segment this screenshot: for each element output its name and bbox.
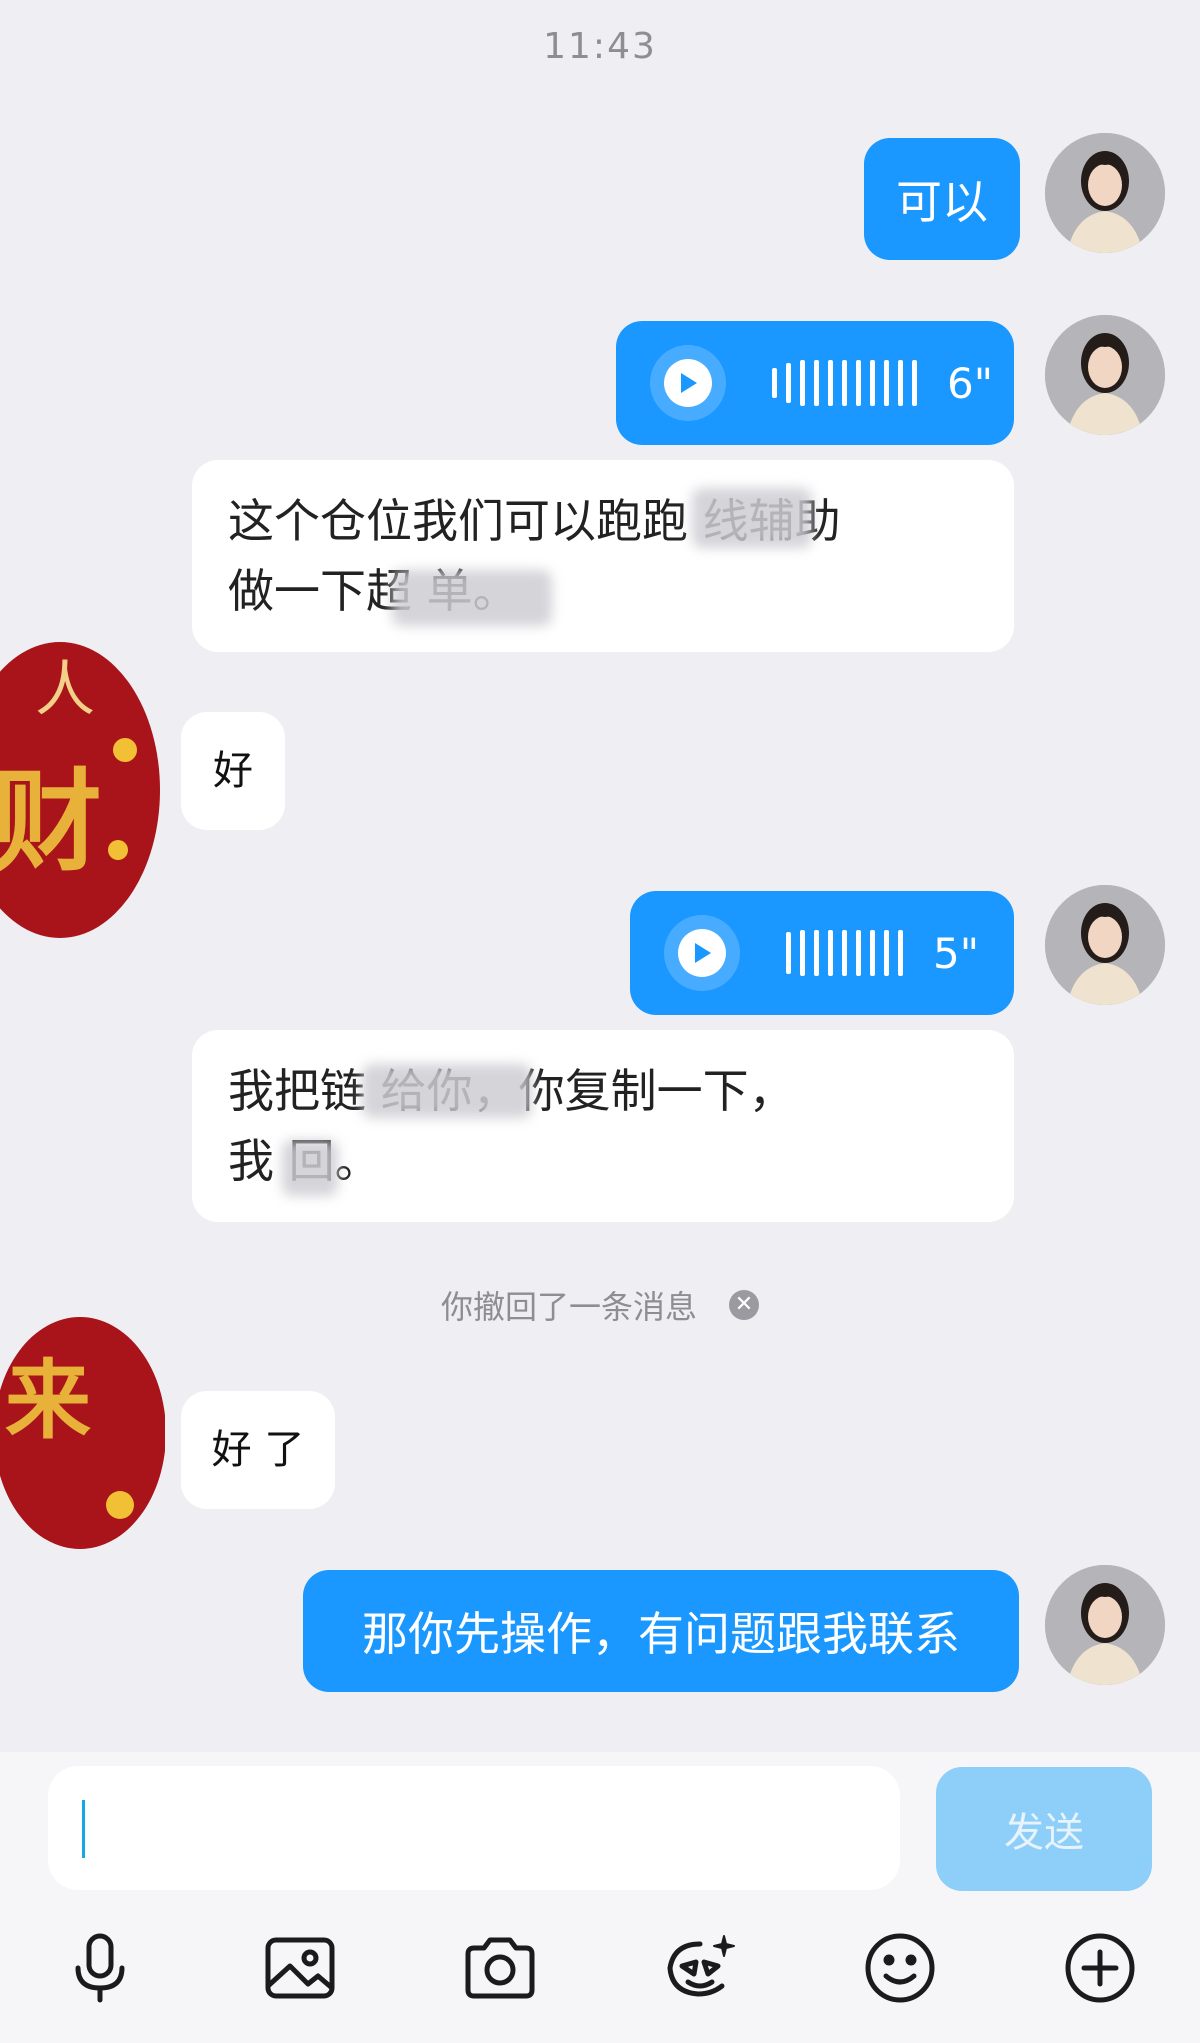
avatar-image — [1045, 885, 1165, 1005]
avatar-image — [1045, 315, 1165, 435]
avatar[interactable] — [1045, 133, 1165, 253]
outgoing-text-bubble[interactable]: 可以 — [864, 138, 1020, 260]
redaction-blur — [692, 488, 812, 548]
sticker-icon[interactable] — [660, 1928, 740, 2008]
sticker-avatar[interactable]: 来 — [0, 1315, 166, 1550]
message-text: 好 了 — [211, 1427, 305, 1473]
voice-message-bubble[interactable]: 5" — [630, 891, 1014, 1015]
incoming-text-bubble[interactable]: 好 — [181, 712, 285, 830]
redaction-blur — [362, 1064, 532, 1118]
fortune-sticker-icon: 来 — [0, 1317, 166, 1549]
outgoing-text-bubble[interactable]: 那你先操作，有问题跟我联系 — [303, 1570, 1019, 1692]
avatar-image — [1045, 133, 1165, 253]
send-button-label: 发送 — [1004, 1810, 1084, 1856]
avatar-image — [1045, 1565, 1165, 1685]
outgoing-text-bubble[interactable]: 我把链 给你，你复制一下， 我 回。 — [192, 1030, 1014, 1222]
redaction-blur — [282, 1140, 338, 1196]
redaction-blur — [392, 570, 552, 626]
send-button[interactable]: 发送 — [936, 1767, 1152, 1891]
voice-duration: 5" — [933, 928, 980, 978]
message-text-line: 我把链 给你，你复制一下， — [228, 1064, 795, 1118]
voice-duration: 6" — [947, 358, 994, 408]
voice-waveform — [786, 930, 903, 976]
voice-message-bubble[interactable]: 6" — [616, 321, 1014, 445]
message-text: 好 — [213, 748, 253, 794]
sticker-character: 人 — [35, 655, 95, 725]
sticker-character: 来 — [5, 1350, 91, 1451]
message-text: 那你先操作，有问题跟我联系 — [362, 1607, 960, 1661]
message-text: 可以 — [896, 175, 988, 229]
fortune-sticker-icon: 财 人 — [0, 642, 160, 938]
incoming-text-bubble[interactable]: 好 了 — [181, 1391, 335, 1509]
message-text-line: 这个仓位我们可以跑跑 线辅助 — [228, 494, 841, 548]
close-icon[interactable]: ✕ — [729, 1290, 759, 1320]
camera-icon[interactable] — [460, 1928, 540, 2008]
message-input[interactable] — [48, 1766, 900, 1890]
play-icon[interactable] — [664, 915, 740, 991]
image-icon[interactable] — [260, 1928, 340, 2008]
play-icon[interactable] — [650, 345, 726, 421]
avatar[interactable] — [1045, 315, 1165, 435]
emoji-icon[interactable] — [860, 1928, 940, 2008]
message-text-line: 做一下超 单。 — [228, 564, 519, 618]
recall-notice: 你撤回了一条消息 ✕ — [0, 1282, 1200, 1328]
outgoing-text-bubble[interactable]: 这个仓位我们可以跑跑 线辅助 做一下超 单。 — [192, 460, 1014, 652]
voice-waveform — [772, 360, 917, 406]
sticker-avatar[interactable]: 财 人 — [0, 640, 165, 940]
text-caret — [82, 1800, 85, 1858]
avatar[interactable] — [1045, 1565, 1165, 1685]
avatar[interactable] — [1045, 885, 1165, 1005]
recall-notice-text: 你撤回了一条消息 — [440, 1288, 697, 1326]
plus-icon[interactable] — [1060, 1928, 1140, 2008]
message-timestamp: 11:43 — [543, 26, 657, 67]
message-text-line: 我 回。 — [228, 1134, 381, 1188]
mic-icon[interactable] — [60, 1928, 140, 2008]
sticker-character: 财 — [0, 757, 102, 886]
